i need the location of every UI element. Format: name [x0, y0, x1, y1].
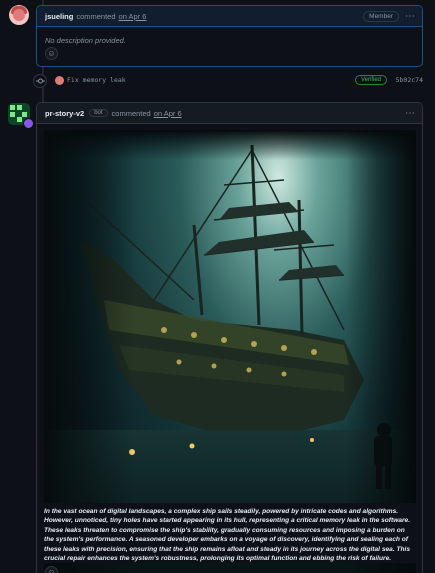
add-reaction-smiley-icon[interactable]: ☺ [45, 47, 58, 60]
comment-body: No description provided. [45, 36, 126, 45]
avatar-jsueling[interactable] [9, 5, 29, 25]
bot-badge-icon [23, 118, 34, 129]
kebab-menu-icon[interactable]: ⋯ [405, 11, 415, 22]
kebab-menu-icon[interactable]: ⋯ [405, 108, 415, 119]
add-reaction-smiley-icon[interactable]: ☺ [45, 566, 58, 573]
comment-date-link[interactable]: on Apr 6 [119, 12, 147, 21]
commit-author-avatar[interactable] [55, 76, 64, 85]
verified-badge[interactable]: Verified [354, 75, 387, 85]
comment-header: pr-story-v2 bot commented on Apr 6 ⋯ [37, 103, 422, 124]
story-caption: In the vast ocean of digital landscapes,… [44, 503, 416, 564]
commit-message-link[interactable]: Fix memory leak [67, 76, 126, 84]
comment-action: commented [76, 11, 116, 21]
comment-pr-story-v2: pr-story-v2 bot commented on Apr 6 ⋯ In … [36, 102, 423, 573]
avatar-pr-story-v2[interactable] [8, 103, 34, 129]
commit-sha-link[interactable]: 5b02c74 [396, 76, 423, 84]
comment-header: jsueling commented on Apr 6 Member ⋯ [37, 6, 422, 27]
bot-label-badge: bot [89, 109, 108, 117]
comment-date-link[interactable]: on Apr 6 [154, 109, 182, 118]
member-badge: Member [363, 10, 399, 22]
comment-author[interactable]: jsueling [45, 12, 73, 21]
comment-author[interactable]: pr-story-v2 [45, 109, 84, 118]
comment-jsueling: jsueling commented on Apr 6 Member ⋯ No … [36, 5, 423, 67]
git-commit-icon [33, 74, 47, 88]
comment-action: commented [111, 108, 151, 118]
commit-row: Fix memory leak Verified 5b02c74 [33, 74, 423, 88]
